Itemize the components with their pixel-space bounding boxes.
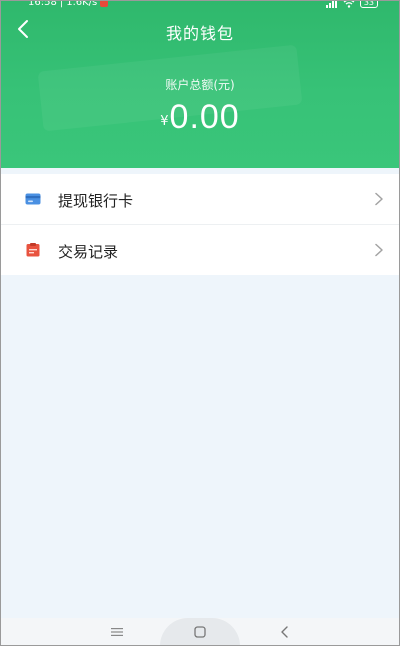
transaction-record-icon — [26, 243, 40, 257]
signal-icon — [325, 0, 337, 8]
back-icon — [281, 626, 288, 638]
menu-item-label: 提现银行卡 — [58, 192, 134, 210]
status-right: 33 — [325, 0, 378, 8]
menu-item-label: 交易记录 — [58, 243, 119, 261]
page-title: 我的钱包 — [165, 24, 234, 43]
home-icon — [194, 626, 206, 638]
menu-item-transactions[interactable]: 交易记录 — [0, 225, 400, 275]
battery-indicator: 33 — [359, 0, 378, 8]
balance-amount: 0.00 — [169, 98, 240, 136]
status-bar: 16:58 | 1.6K/s 33 — [0, 0, 400, 10]
status-left: 16:58 | 1.6K/s — [28, 0, 109, 8]
balance-display: ¥0.00 — [0, 98, 400, 137]
chevron-right-icon — [375, 243, 383, 257]
notification-app-icon — [100, 0, 109, 7]
navigation-bar: 我的钱包 — [0, 12, 400, 48]
menu-icon — [111, 628, 123, 636]
status-time: 16:58 — [28, 0, 57, 8]
chevron-right-icon — [375, 192, 383, 206]
currency-symbol: ¥ — [160, 114, 169, 129]
menu-item-bank-card[interactable]: 提现银行卡 — [0, 174, 400, 225]
bank-card-icon — [25, 193, 41, 205]
wallet-header: 16:58 | 1.6K/s 33 我的钱包 账户总额(元) ¥0.00 — [0, 0, 400, 168]
wifi-icon — [343, 0, 355, 8]
wallet-menu: 提现银行卡 交易记录 — [0, 174, 400, 275]
system-home-button[interactable] — [160, 618, 240, 646]
system-menu-button[interactable] — [102, 618, 132, 646]
status-network-speed: 1.6K/s — [66, 0, 98, 8]
system-back-button[interactable] — [270, 618, 300, 646]
status-separator: | — [59, 0, 64, 8]
balance-label: 账户总额(元) — [165, 78, 235, 92]
system-navigation-bar — [0, 618, 400, 646]
